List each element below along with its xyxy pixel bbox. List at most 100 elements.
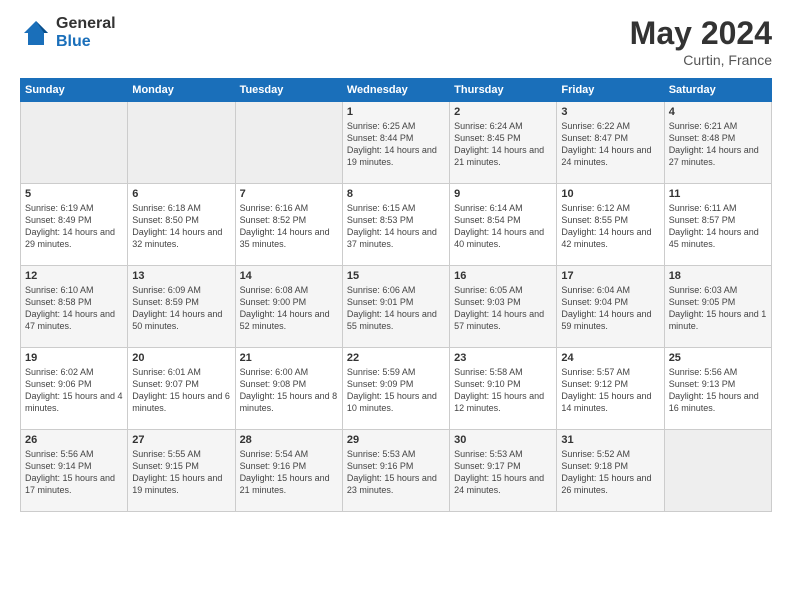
day-number: 14 (240, 270, 338, 282)
calendar-cell: 20 Sunrise: 6:01 AM Sunset: 9:07 PM Dayli… (128, 348, 235, 430)
day-number: 22 (347, 352, 445, 364)
day-number: 3 (561, 106, 659, 118)
week-row-3: 12 Sunrise: 6:10 AM Sunset: 8:58 PM Dayli… (21, 266, 772, 348)
day-detail: Sunrise: 6:25 AM Sunset: 8:44 PM Dayligh… (347, 120, 445, 169)
day-number: 26 (25, 434, 123, 446)
day-detail: Sunrise: 6:08 AM Sunset: 9:00 PM Dayligh… (240, 284, 338, 333)
calendar-cell: 4 Sunrise: 6:21 AM Sunset: 8:48 PM Daylig… (664, 102, 771, 184)
day-detail: Sunrise: 5:59 AM Sunset: 9:09 PM Dayligh… (347, 366, 445, 415)
day-number: 1 (347, 106, 445, 118)
day-detail: Sunrise: 6:01 AM Sunset: 9:07 PM Dayligh… (132, 366, 230, 415)
calendar-cell: 2 Sunrise: 6:24 AM Sunset: 8:45 PM Daylig… (450, 102, 557, 184)
calendar-cell: 18Sunrise: 6:03 AM Sunset: 9:05 PM Dayli… (664, 266, 771, 348)
day-detail: Sunrise: 6:04 AM Sunset: 9:04 PM Dayligh… (561, 284, 659, 333)
day-detail: Sunrise: 5:54 AM Sunset: 9:16 PM Dayligh… (240, 448, 338, 497)
day-detail: Sunrise: 6:18 AM Sunset: 8:50 PM Dayligh… (132, 202, 230, 251)
page: General Blue May 2024 Curtin, France Sun… (0, 0, 792, 612)
calendar-cell: 8 Sunrise: 6:15 AM Sunset: 8:53 PM Daylig… (342, 184, 449, 266)
day-detail: Sunrise: 6:02 AM Sunset: 9:06 PM Dayligh… (25, 366, 123, 415)
day-number: 17 (561, 270, 659, 282)
calendar-cell: 25 Sunrise: 5:56 AM Sunset: 9:13 PM Dayli… (664, 348, 771, 430)
day-number: 12 (25, 270, 123, 282)
calendar-cell: 21Sunrise: 6:00 AM Sunset: 9:08 PM Dayli… (235, 348, 342, 430)
day-number: 23 (454, 352, 552, 364)
day-detail: Sunrise: 6:21 AM Sunset: 8:48 PM Dayligh… (669, 120, 767, 169)
day-detail: Sunrise: 6:24 AM Sunset: 8:45 PM Dayligh… (454, 120, 552, 169)
day-number: 24 (561, 352, 659, 364)
day-detail: Sunrise: 5:55 AM Sunset: 9:15 PM Dayligh… (132, 448, 230, 497)
calendar-cell: 27 Sunrise: 5:55 AM Sunset: 9:15 PM Dayli… (128, 430, 235, 512)
day-number: 30 (454, 434, 552, 446)
calendar-cell: 15Sunrise: 6:06 AM Sunset: 9:01 PM Dayli… (342, 266, 449, 348)
calendar-cell (664, 430, 771, 512)
month-year: May 2024 (630, 15, 772, 52)
weekday-header-monday: Monday (128, 79, 235, 102)
day-number: 27 (132, 434, 230, 446)
calendar-cell (21, 102, 128, 184)
calendar-cell: 7Sunrise: 6:16 AM Sunset: 8:52 PM Daylig… (235, 184, 342, 266)
day-number: 28 (240, 434, 338, 446)
day-number: 25 (669, 352, 767, 364)
calendar-cell: 30Sunrise: 5:53 AM Sunset: 9:17 PM Dayli… (450, 430, 557, 512)
day-detail: Sunrise: 5:56 AM Sunset: 9:14 PM Dayligh… (25, 448, 123, 497)
day-number: 16 (454, 270, 552, 282)
weekday-header-sunday: Sunday (21, 79, 128, 102)
weekday-header-thursday: Thursday (450, 79, 557, 102)
day-detail: Sunrise: 6:22 AM Sunset: 8:47 PM Dayligh… (561, 120, 659, 169)
day-detail: Sunrise: 6:12 AM Sunset: 8:55 PM Dayligh… (561, 202, 659, 251)
weekday-header-wednesday: Wednesday (342, 79, 449, 102)
day-detail: Sunrise: 6:15 AM Sunset: 8:53 PM Dayligh… (347, 202, 445, 251)
logo-icon (20, 17, 52, 49)
week-row-1: 1 Sunrise: 6:25 AM Sunset: 8:44 PM Daylig… (21, 102, 772, 184)
day-number: 19 (25, 352, 123, 364)
calendar-table: SundayMondayTuesdayWednesdayThursdayFrid… (20, 78, 772, 512)
day-detail: Sunrise: 5:56 AM Sunset: 9:13 PM Dayligh… (669, 366, 767, 415)
calendar-cell: 24 Sunrise: 5:57 AM Sunset: 9:12 PM Dayli… (557, 348, 664, 430)
calendar-cell: 14 Sunrise: 6:08 AM Sunset: 9:00 PM Dayli… (235, 266, 342, 348)
day-number: 10 (561, 188, 659, 200)
day-detail: Sunrise: 6:10 AM Sunset: 8:58 PM Dayligh… (25, 284, 123, 333)
day-number: 6 (132, 188, 230, 200)
calendar-cell: 31Sunrise: 5:52 AM Sunset: 9:18 PM Dayli… (557, 430, 664, 512)
week-row-5: 26 Sunrise: 5:56 AM Sunset: 9:14 PM Dayli… (21, 430, 772, 512)
logo-text: General Blue (56, 15, 116, 50)
day-number: 8 (347, 188, 445, 200)
day-detail: Sunrise: 5:57 AM Sunset: 9:12 PM Dayligh… (561, 366, 659, 415)
calendar-cell: 3 Sunrise: 6:22 AM Sunset: 8:47 PM Daylig… (557, 102, 664, 184)
week-row-2: 5 Sunrise: 6:19 AM Sunset: 8:49 PM Daylig… (21, 184, 772, 266)
day-number: 4 (669, 106, 767, 118)
calendar-cell: 16 Sunrise: 6:05 AM Sunset: 9:03 PM Dayli… (450, 266, 557, 348)
location: Curtin, France (630, 52, 772, 68)
day-detail: Sunrise: 6:03 AM Sunset: 9:05 PM Dayligh… (669, 284, 767, 333)
weekday-header-tuesday: Tuesday (235, 79, 342, 102)
calendar-cell: 23 Sunrise: 5:58 AM Sunset: 9:10 PM Dayli… (450, 348, 557, 430)
day-detail: Sunrise: 5:58 AM Sunset: 9:10 PM Dayligh… (454, 366, 552, 415)
day-detail: Sunrise: 6:11 AM Sunset: 8:57 PM Dayligh… (669, 202, 767, 251)
calendar-cell: 29Sunrise: 5:53 AM Sunset: 9:16 PM Dayli… (342, 430, 449, 512)
calendar-cell: 26 Sunrise: 5:56 AM Sunset: 9:14 PM Dayli… (21, 430, 128, 512)
day-number: 15 (347, 270, 445, 282)
day-number: 7 (240, 188, 338, 200)
logo-general: General (56, 15, 116, 33)
day-detail: Sunrise: 6:09 AM Sunset: 8:59 PM Dayligh… (132, 284, 230, 333)
calendar-cell: 11Sunrise: 6:11 AM Sunset: 8:57 PM Dayli… (664, 184, 771, 266)
day-number: 13 (132, 270, 230, 282)
day-number: 5 (25, 188, 123, 200)
day-detail: Sunrise: 6:05 AM Sunset: 9:03 PM Dayligh… (454, 284, 552, 333)
logo: General Blue (20, 15, 116, 50)
week-row-4: 19 Sunrise: 6:02 AM Sunset: 9:06 PM Dayli… (21, 348, 772, 430)
day-detail: Sunrise: 5:52 AM Sunset: 9:18 PM Dayligh… (561, 448, 659, 497)
day-number: 9 (454, 188, 552, 200)
calendar-cell: 22 Sunrise: 5:59 AM Sunset: 9:09 PM Dayli… (342, 348, 449, 430)
day-detail: Sunrise: 6:19 AM Sunset: 8:49 PM Dayligh… (25, 202, 123, 251)
day-number: 2 (454, 106, 552, 118)
calendar-cell (128, 102, 235, 184)
calendar-cell: 13 Sunrise: 6:09 AM Sunset: 8:59 PM Dayli… (128, 266, 235, 348)
calendar-cell: 12 Sunrise: 6:10 AM Sunset: 8:58 PM Dayli… (21, 266, 128, 348)
day-detail: Sunrise: 6:14 AM Sunset: 8:54 PM Dayligh… (454, 202, 552, 251)
weekday-header-saturday: Saturday (664, 79, 771, 102)
calendar-cell: 17 Sunrise: 6:04 AM Sunset: 9:04 PM Dayli… (557, 266, 664, 348)
day-number: 20 (132, 352, 230, 364)
calendar-cell: 28 Sunrise: 5:54 AM Sunset: 9:16 PM Dayli… (235, 430, 342, 512)
day-detail: Sunrise: 5:53 AM Sunset: 9:16 PM Dayligh… (347, 448, 445, 497)
